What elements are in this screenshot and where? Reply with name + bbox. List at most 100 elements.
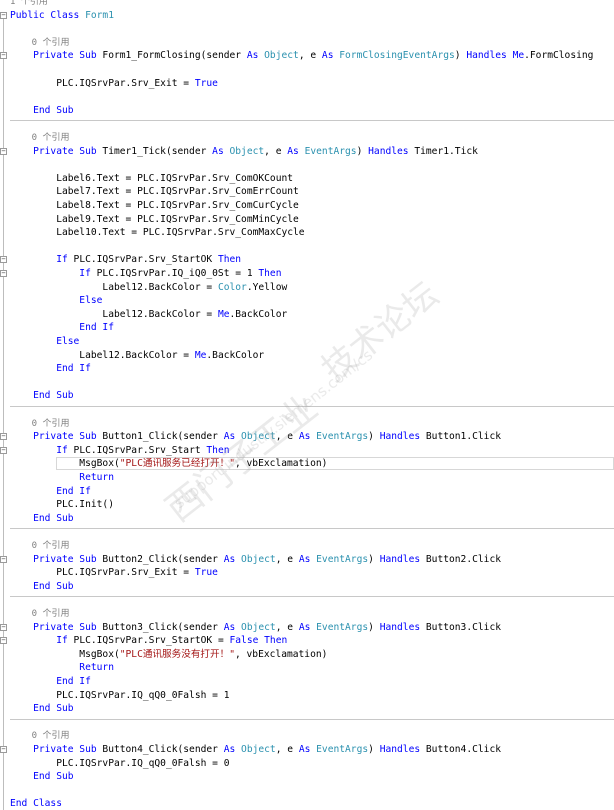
code-token: Timer1.Tick	[414, 145, 478, 157]
code-line[interactable]: End If	[10, 321, 614, 334]
code-line[interactable]	[10, 784, 614, 797]
code-line[interactable]: 0 个引用	[10, 539, 614, 552]
code-line[interactable]: PLC.IQSrvPar.IQ_qQ0_0Falsh = 0	[10, 757, 614, 770]
code-line[interactable]: End If	[10, 485, 614, 498]
code-line[interactable]: 0 个引用	[10, 36, 614, 49]
code-line[interactable]	[10, 90, 614, 103]
fold-toggle-icon[interactable]: −	[0, 256, 7, 264]
code-line[interactable]: If PLC.IQSrvPar.Srv_StartOK = False Then	[10, 634, 614, 647]
code-line[interactable]	[10, 716, 614, 729]
code-line[interactable]: PLC.IQSrvPar.Srv_Exit = True	[10, 566, 614, 579]
code-token: As	[321, 50, 340, 62]
reference-count[interactable]: 0 个引用	[10, 609, 70, 619]
code-line[interactable]: End Class	[10, 797, 614, 810]
fold-toggle-icon[interactable]: −	[0, 147, 7, 155]
code-token: As	[246, 50, 265, 62]
code-line[interactable]	[10, 158, 614, 171]
code-token: EventArgs	[316, 431, 369, 443]
code-line[interactable]	[10, 403, 614, 416]
fold-toggle-icon[interactable]: −	[0, 623, 7, 631]
fold-toggle-icon[interactable]: −	[0, 433, 7, 441]
code-token: As	[298, 431, 317, 443]
fold-toggle-icon[interactable]: −	[0, 637, 7, 645]
code-line[interactable]	[10, 593, 614, 606]
code-line[interactable]: MsgBox("PLC通讯服务已经打开！", vbExclamation)	[10, 457, 614, 470]
code-line[interactable]: Label6.Text = PLC.IQSrvPar.Srv_ComOKCoun…	[10, 172, 614, 185]
code-token: Label10.Text = PLC.IQSrvPar.Srv_ComMaxCy…	[10, 227, 305, 239]
code-line[interactable]: 0 个引用	[10, 729, 614, 742]
code-line[interactable]: If PLC.IQSrvPar.IQ_iQ0_0St = 1 Then	[10, 267, 614, 280]
fold-toggle-icon[interactable]: −	[0, 270, 7, 277]
code-line[interactable]: End If	[10, 675, 614, 688]
code-line[interactable]: Label10.Text = PLC.IQSrvPar.Srv_ComMaxCy…	[10, 226, 614, 239]
code-line[interactable]: Private Sub Form1_FormClosing(sender As …	[10, 49, 614, 62]
code-token: If	[10, 268, 97, 279]
code-line[interactable]: Private Sub Button2_Click(sender As Obje…	[10, 553, 614, 566]
code-line[interactable]: Return	[10, 471, 614, 484]
code-line[interactable]: Label7.Text = PLC.IQSrvPar.Srv_ComErrCou…	[10, 185, 614, 198]
code-token: .Yellow	[246, 281, 288, 293]
code-line[interactable]: Return	[10, 661, 614, 674]
reference-count[interactable]: 0 个引用	[10, 133, 70, 143]
fold-toggle-icon[interactable]: −	[0, 446, 7, 454]
code-line[interactable]: PLC.IQSrvPar.Srv_Exit = True	[10, 77, 614, 90]
code-token: False	[229, 635, 265, 647]
code-token: End Sub	[10, 512, 74, 524]
code-line[interactable]: PLC.Init()	[10, 498, 614, 511]
code-line[interactable]	[10, 240, 614, 253]
code-line[interactable]: Label12.BackColor = Me.BackColor	[10, 349, 614, 362]
code-line[interactable]: Public Class Form1	[10, 9, 614, 22]
code-line[interactable]: PLC.IQSrvPar.IQ_qQ0_0Falsh = 1	[10, 689, 614, 702]
reference-count[interactable]: 0 个引用	[10, 419, 70, 429]
reference-count[interactable]: 0 个引用	[10, 541, 70, 551]
code-line[interactable]: End Sub	[10, 104, 614, 117]
code-line[interactable]: End Sub	[10, 389, 614, 402]
code-token: Handles	[379, 621, 426, 633]
reference-count[interactable]: 0 个引用	[10, 38, 70, 48]
code-line[interactable]: 0 个引用	[10, 131, 614, 144]
code-token: Button3.Click	[425, 621, 501, 633]
code-line[interactable]: End Sub	[10, 770, 614, 783]
code-line[interactable]: Private Sub Timer1_Tick(sender As Object…	[10, 145, 614, 158]
fold-toggle-icon[interactable]: −	[0, 11, 7, 19]
code-line[interactable]: Private Sub Button1_Click(sender As Obje…	[10, 430, 614, 443]
code-line[interactable]: If PLC.IQSrvPar.Srv_Start Then	[10, 444, 614, 457]
code-line[interactable]	[10, 376, 614, 389]
code-line[interactable]	[10, 63, 614, 76]
code-line[interactable]	[10, 117, 614, 130]
code-editor[interactable]: 1 个引用 Public Class Form1 0 个引用 Private Su…	[0, 0, 614, 810]
code-line[interactable]: 1 个引用	[10, 0, 614, 8]
fold-toggle-icon[interactable]: −	[0, 555, 7, 563]
code-line[interactable]	[10, 525, 614, 538]
code-line[interactable]: Private Sub Button4_Click(sender As Obje…	[10, 743, 614, 756]
code-token: Then	[206, 444, 230, 456]
code-line[interactable]: Label8.Text = PLC.IQSrvPar.Srv_ComCurCyc…	[10, 199, 614, 212]
code-token: Button2.Click	[425, 553, 501, 565]
code-line[interactable]: Else	[10, 294, 614, 307]
code-token: As	[298, 621, 317, 633]
reference-count[interactable]: 0 个引用	[10, 731, 70, 741]
code-line[interactable]: If PLC.IQSrvPar.Srv_StartOK Then	[10, 253, 614, 266]
code-token: MsgBox(	[10, 458, 120, 470]
code-token: , vbExclamation)	[234, 458, 328, 470]
code-line[interactable]: End If	[10, 362, 614, 375]
code-token: True	[194, 77, 218, 89]
code-line[interactable]: End Sub	[10, 580, 614, 593]
fold-toggle-icon[interactable]: −	[0, 52, 7, 60]
code-line[interactable]: Private Sub Button3_Click(sender As Obje…	[10, 621, 614, 634]
code-line[interactable]: End Sub	[10, 512, 614, 525]
fold-toggle-icon[interactable]: −	[0, 746, 7, 753]
code-line[interactable]: Label12.BackColor = Color.Yellow	[10, 281, 614, 294]
code-line[interactable]: 0 个引用	[10, 417, 614, 430]
code-line[interactable]: MsgBox("PLC通讯服务没有打开！", vbExclamation)	[10, 648, 614, 661]
reference-count[interactable]: 1 个引用	[10, 0, 48, 7]
code-line[interactable]: Else	[10, 335, 614, 348]
code-line[interactable]: 0 个引用	[10, 607, 614, 620]
code-line[interactable]	[10, 22, 614, 35]
code-token: End Sub	[10, 703, 74, 715]
code-token: Object	[264, 50, 299, 62]
code-token: Label12.BackColor =	[10, 349, 195, 361]
code-line[interactable]: Label12.BackColor = Me.BackColor	[10, 308, 614, 321]
code-line[interactable]: End Sub	[10, 702, 614, 715]
code-line[interactable]: Label9.Text = PLC.IQSrvPar.Srv_ComMinCyc…	[10, 213, 614, 226]
